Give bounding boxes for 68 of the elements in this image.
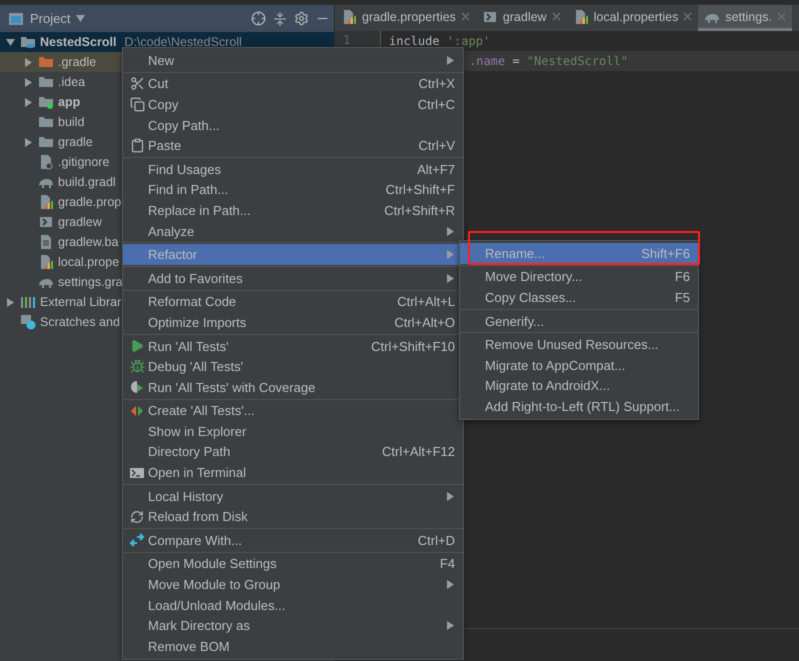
code-line: include ':app' bbox=[388, 33, 492, 50]
menu-label: Create 'All Tests'... bbox=[148, 403, 256, 418]
shortcut-label: Ctrl+D bbox=[418, 532, 455, 548]
shortcut-label: F6 bbox=[674, 269, 690, 284]
menu-label: Replace in Path... bbox=[148, 202, 252, 218]
menu-label: Copy Path... bbox=[148, 118, 221, 133]
menu-label: Cut bbox=[148, 76, 170, 92]
tree-label: .idea bbox=[58, 75, 86, 89]
shortcut-label: Alt+F7 bbox=[417, 162, 455, 177]
tree-label: NestedScroll bbox=[40, 35, 116, 49]
menu-label: New bbox=[148, 52, 176, 68]
tree-label: app bbox=[58, 95, 80, 109]
tree-label: Scratches and bbox=[40, 315, 120, 329]
menu-label: Refactor bbox=[148, 247, 198, 262]
shortcut-label: Ctrl+Shift+F10 bbox=[371, 338, 455, 354]
menu-label: Migrate to AndroidX... bbox=[485, 378, 612, 394]
tree-label: build bbox=[58, 115, 84, 129]
menu-label: Open Module Settings bbox=[148, 556, 278, 572]
tree-label: .gradle bbox=[58, 55, 96, 69]
shortcut-label: Ctrl+Alt+O bbox=[394, 314, 455, 330]
menu-label: Load/Unload Modules... bbox=[148, 598, 286, 613]
menu-label: Directory Path bbox=[148, 444, 232, 460]
menu-label: Migrate to AppCompat... bbox=[485, 358, 626, 373]
shortcut-label: Ctrl+Shift+R bbox=[384, 202, 455, 218]
menu-label: Remove BOM bbox=[148, 638, 231, 654]
menu-label: Copy bbox=[148, 96, 180, 112]
shortcut-label: Ctrl+Shift+F bbox=[386, 182, 455, 198]
tree-label: gradlew.ba bbox=[58, 235, 118, 249]
menu-label: Copy Classes... bbox=[485, 290, 578, 305]
menu-label: Run 'All Tests' bbox=[148, 338, 230, 354]
tree-label: gradle bbox=[58, 135, 93, 149]
menu-label: Paste bbox=[148, 138, 182, 154]
menu-label: Compare With... bbox=[148, 532, 243, 548]
tree-label: gradle.prop bbox=[58, 195, 122, 209]
shortcut-label: Ctrl+V bbox=[418, 138, 455, 154]
menu-label: Move Module to Group bbox=[148, 577, 282, 592]
menu-label: Reformat Code bbox=[148, 294, 238, 310]
menu-label: Run 'All Tests' with Coverage bbox=[148, 380, 316, 395]
menu-label: Add to Favorites bbox=[148, 270, 244, 286]
tree-label: local.prope bbox=[58, 255, 120, 269]
menu-label: Analyze bbox=[148, 224, 196, 239]
menu-label: Open in Terminal bbox=[148, 465, 248, 480]
tree-label: gradlew bbox=[58, 215, 102, 229]
menu-label: Move Directory... bbox=[485, 269, 584, 284]
path-label: D:\code\NestedScroll bbox=[124, 35, 242, 49]
shortcut-label: Ctrl+Alt+L bbox=[397, 294, 455, 310]
menu-label: Find in Path... bbox=[148, 182, 230, 198]
menu-label: Find Usages bbox=[148, 162, 222, 177]
menu-label: Local History bbox=[148, 488, 224, 504]
shortcut-label: Shift+F6 bbox=[641, 246, 690, 261]
menu-label: Show in Explorer bbox=[148, 424, 248, 439]
tree-label: .gitignore bbox=[58, 155, 110, 169]
tree-label: External Librar bbox=[40, 295, 122, 309]
menu-label: Reload from Disk bbox=[148, 509, 249, 524]
shortcut-label: Ctrl+C bbox=[418, 96, 455, 112]
shortcut-label: Ctrl+Alt+F12 bbox=[382, 444, 455, 460]
tree-label: build.gradl bbox=[58, 175, 116, 189]
menu-label: Optimize Imports bbox=[148, 314, 248, 330]
menu-label: Add Right-to-Left (RTL) Support... bbox=[485, 398, 681, 414]
shortcut-label: F4 bbox=[440, 556, 455, 572]
menu-label: Generify... bbox=[485, 314, 546, 329]
menu-label: Rename... bbox=[485, 246, 546, 261]
shortcut-label: Ctrl+X bbox=[418, 76, 455, 92]
tree-label: settings.gra bbox=[58, 275, 123, 289]
menu-label: Debug 'All Tests' bbox=[148, 359, 244, 374]
menu-label: Mark Directory as bbox=[148, 618, 251, 634]
menu-label: Remove Unused Resources... bbox=[485, 337, 660, 352]
shortcut-label: F5 bbox=[674, 290, 690, 305]
